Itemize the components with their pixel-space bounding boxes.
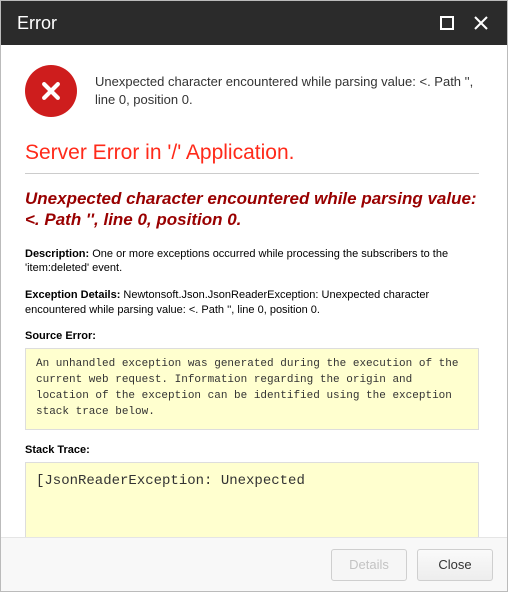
error-dialog: Error Unexpected character encountered w… — [0, 0, 508, 592]
titlebar-close-button[interactable] — [467, 9, 495, 37]
close-button[interactable]: Close — [417, 549, 493, 581]
error-icon — [25, 65, 77, 117]
source-error-label: Source Error: — [25, 330, 479, 342]
stack-trace-label: Stack Trace: — [25, 444, 479, 456]
exception-details-label: Exception Details: — [25, 289, 120, 301]
description-paragraph: Description: One or more exceptions occu… — [25, 247, 479, 277]
source-error-block: An unhandled exception was generated dur… — [25, 348, 479, 430]
stack-trace-block: [JsonReaderException: Unexpected — [25, 462, 479, 537]
error-body-scroll[interactable]: Server Error in '/' Application. Unexpec… — [21, 133, 495, 537]
description-text: One or more exceptions occurred while pr… — [25, 248, 448, 275]
description-label: Description: — [25, 248, 89, 260]
divider — [25, 173, 479, 174]
exception-title: Unexpected character encountered while p… — [25, 188, 479, 231]
maximize-icon — [440, 16, 454, 30]
details-button[interactable]: Details — [331, 549, 407, 581]
server-error-heading: Server Error in '/' Application. — [25, 141, 479, 165]
titlebar: Error — [1, 1, 507, 45]
titlebar-title: Error — [17, 13, 427, 34]
error-summary: Unexpected character encountered while p… — [1, 45, 507, 133]
maximize-button[interactable] — [433, 9, 461, 37]
exception-details-paragraph: Exception Details: Newtonsoft.Json.JsonR… — [25, 288, 479, 318]
error-summary-text: Unexpected character encountered while p… — [95, 73, 483, 108]
close-icon — [473, 15, 489, 31]
dialog-footer: Details Close — [1, 537, 507, 591]
